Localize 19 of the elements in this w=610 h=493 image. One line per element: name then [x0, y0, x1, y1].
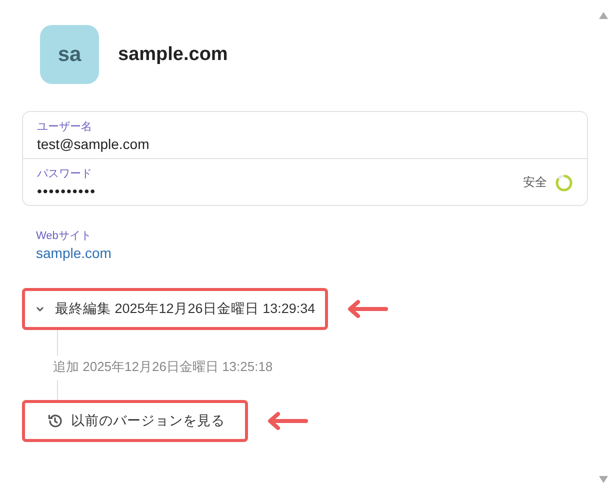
- username-value[interactable]: test@sample.com: [37, 136, 150, 152]
- avatar: sa: [40, 25, 99, 84]
- website-link[interactable]: sample.com: [36, 245, 112, 261]
- field-label: Webサイト: [36, 229, 92, 243]
- scroll-down-icon[interactable]: [599, 476, 608, 483]
- chevron-icon: [35, 304, 45, 314]
- last-edited-toggle[interactable]: 最終編集 2025年12月26日金曜日 13:29:34: [33, 297, 318, 321]
- strength-ring-icon: [555, 174, 573, 192]
- history-icon: [47, 413, 63, 429]
- field-label: ユーザー名: [37, 120, 93, 134]
- field-label: パスワード: [37, 167, 93, 181]
- strength-label: 安全: [523, 174, 547, 191]
- scroll-up-icon[interactable]: [599, 12, 608, 19]
- previous-versions-button[interactable]: 以前のバージョンを見る: [33, 409, 237, 433]
- added-date: 追加 2025年12月26日金曜日 13:25:18: [52, 358, 274, 376]
- annotation-arrow: [346, 300, 388, 318]
- annotation-arrow: [266, 412, 308, 430]
- site-title: sample.com: [118, 44, 228, 66]
- password-value[interactable]: ••••••••••: [37, 183, 96, 199]
